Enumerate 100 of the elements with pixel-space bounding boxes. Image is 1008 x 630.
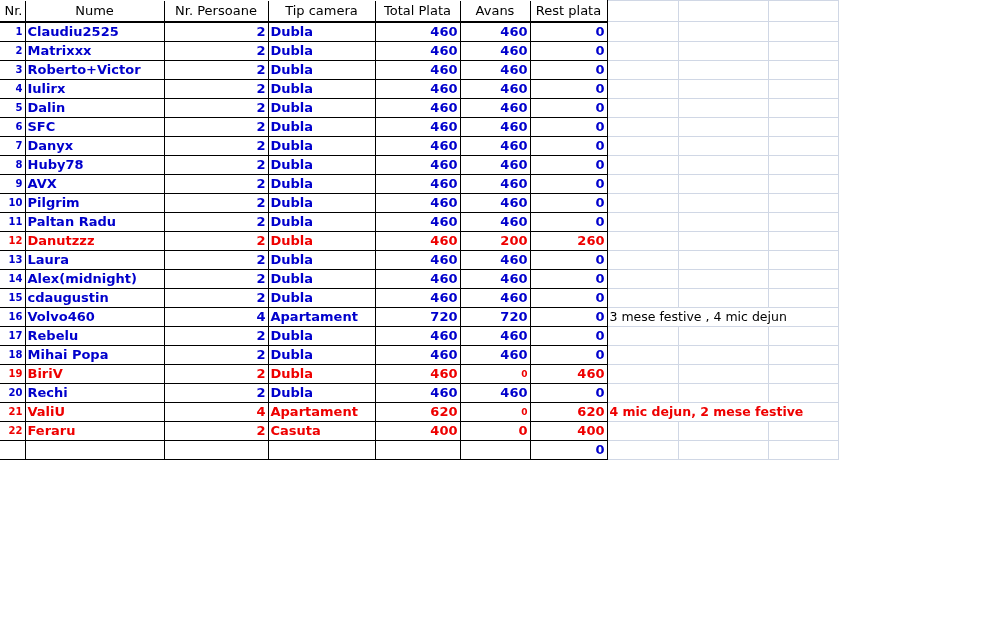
note-cell: 4 mic dejun, 2 mese festive bbox=[607, 402, 838, 421]
total-cell: 460 bbox=[375, 269, 460, 288]
row-number: 20 bbox=[0, 383, 25, 402]
room-type-cell: Apartament bbox=[268, 402, 375, 421]
persons-cell: 2 bbox=[164, 269, 268, 288]
row-number: 15 bbox=[0, 288, 25, 307]
total-cell: 460 bbox=[375, 231, 460, 250]
column-header: Tip camera bbox=[268, 0, 375, 22]
rest-cell: 0 bbox=[530, 60, 607, 79]
persons-cell: 2 bbox=[164, 60, 268, 79]
room-type-cell: Dubla bbox=[268, 364, 375, 383]
row-number: 2 bbox=[0, 41, 25, 60]
persons-cell: 2 bbox=[164, 421, 268, 440]
total-cell: 460 bbox=[375, 41, 460, 60]
column-header: Nr. bbox=[0, 0, 25, 22]
advance-cell: 460 bbox=[460, 98, 530, 117]
total-cell: 460 bbox=[375, 79, 460, 98]
advance-cell: 460 bbox=[460, 174, 530, 193]
rest-cell: 0 bbox=[530, 383, 607, 402]
name-cell: Alex(midnight) bbox=[25, 269, 164, 288]
row-number: 21 bbox=[0, 402, 25, 421]
room-type-cell: Dubla bbox=[268, 60, 375, 79]
name-cell: Rebelu bbox=[25, 326, 164, 345]
rest-cell: 0 bbox=[530, 174, 607, 193]
advance-cell: 460 bbox=[460, 21, 530, 41]
room-type-cell: Apartament bbox=[268, 307, 375, 326]
name-cell: Pilgrim bbox=[25, 193, 164, 212]
room-type-cell: Dubla bbox=[268, 326, 375, 345]
name-cell: BiriV bbox=[25, 364, 164, 383]
total-cell: 460 bbox=[375, 21, 460, 41]
persons-cell: 2 bbox=[164, 326, 268, 345]
rest-cell: 260 bbox=[530, 231, 607, 250]
room-type-cell: Dubla bbox=[268, 269, 375, 288]
total-cell: 460 bbox=[375, 345, 460, 364]
row-number: 7 bbox=[0, 136, 25, 155]
name-cell: ValiU bbox=[25, 402, 164, 421]
persons-cell: 2 bbox=[164, 345, 268, 364]
rest-cell: 0 bbox=[530, 307, 607, 326]
persons-cell: 2 bbox=[164, 174, 268, 193]
rest-cell: 0 bbox=[530, 136, 607, 155]
room-type-cell: Dubla bbox=[268, 41, 375, 60]
row-number: 5 bbox=[0, 98, 25, 117]
advance-cell: 0 bbox=[460, 402, 530, 421]
row-number: 14 bbox=[0, 269, 25, 288]
advance-cell: 720 bbox=[460, 307, 530, 326]
name-cell: Volvo460 bbox=[25, 307, 164, 326]
room-type-cell: Dubla bbox=[268, 383, 375, 402]
row-number: 18 bbox=[0, 345, 25, 364]
persons-cell: 2 bbox=[164, 193, 268, 212]
row-number: 17 bbox=[0, 326, 25, 345]
total-cell: 460 bbox=[375, 364, 460, 383]
room-type-cell: Dubla bbox=[268, 174, 375, 193]
room-type-cell: Dubla bbox=[268, 212, 375, 231]
name-cell: Mihai Popa bbox=[25, 345, 164, 364]
row-number: 9 bbox=[0, 174, 25, 193]
persons-cell: 2 bbox=[164, 117, 268, 136]
advance-cell: 460 bbox=[460, 117, 530, 136]
row-number: 1 bbox=[0, 21, 25, 41]
name-cell: Rechi bbox=[25, 383, 164, 402]
rest-cell: 400 bbox=[530, 421, 607, 440]
advance-cell: 460 bbox=[460, 326, 530, 345]
rest-cell: 0 bbox=[530, 193, 607, 212]
rest-cell: 0 bbox=[530, 155, 607, 174]
advance-cell: 460 bbox=[460, 41, 530, 60]
rest-cell: 0 bbox=[530, 79, 607, 98]
name-cell: AVX bbox=[25, 174, 164, 193]
name-cell: Iulirx bbox=[25, 79, 164, 98]
total-cell: 720 bbox=[375, 307, 460, 326]
rest-cell: 0 bbox=[530, 212, 607, 231]
row-number: 4 bbox=[0, 79, 25, 98]
advance-cell: 0 bbox=[460, 364, 530, 383]
column-header: Avans bbox=[460, 0, 530, 22]
advance-cell: 460 bbox=[460, 79, 530, 98]
total-cell: 460 bbox=[375, 98, 460, 117]
total-cell: 460 bbox=[375, 60, 460, 79]
rest-cell: 0 bbox=[530, 345, 607, 364]
room-type-cell: Dubla bbox=[268, 231, 375, 250]
column-header: Rest plata bbox=[530, 0, 607, 22]
name-cell: Paltan Radu bbox=[25, 212, 164, 231]
advance-cell: 460 bbox=[460, 250, 530, 269]
room-type-cell: Dubla bbox=[268, 117, 375, 136]
persons-cell: 2 bbox=[164, 155, 268, 174]
row-number: 6 bbox=[0, 117, 25, 136]
room-type-cell: Dubla bbox=[268, 98, 375, 117]
name-cell: Huby78 bbox=[25, 155, 164, 174]
total-cell: 460 bbox=[375, 117, 460, 136]
name-cell: Matrixxx bbox=[25, 41, 164, 60]
total-cell: 400 bbox=[375, 421, 460, 440]
total-cell: 460 bbox=[375, 136, 460, 155]
persons-cell: 2 bbox=[164, 231, 268, 250]
advance-cell: 460 bbox=[460, 193, 530, 212]
name-cell: Roberto+Victor bbox=[25, 60, 164, 79]
persons-cell: 2 bbox=[164, 79, 268, 98]
persons-cell: 2 bbox=[164, 364, 268, 383]
persons-cell: 2 bbox=[164, 212, 268, 231]
rest-cell: 0 bbox=[530, 440, 607, 459]
room-type-cell: Dubla bbox=[268, 288, 375, 307]
room-type-cell: Dubla bbox=[268, 345, 375, 364]
total-cell: 460 bbox=[375, 326, 460, 345]
persons-cell: 2 bbox=[164, 383, 268, 402]
